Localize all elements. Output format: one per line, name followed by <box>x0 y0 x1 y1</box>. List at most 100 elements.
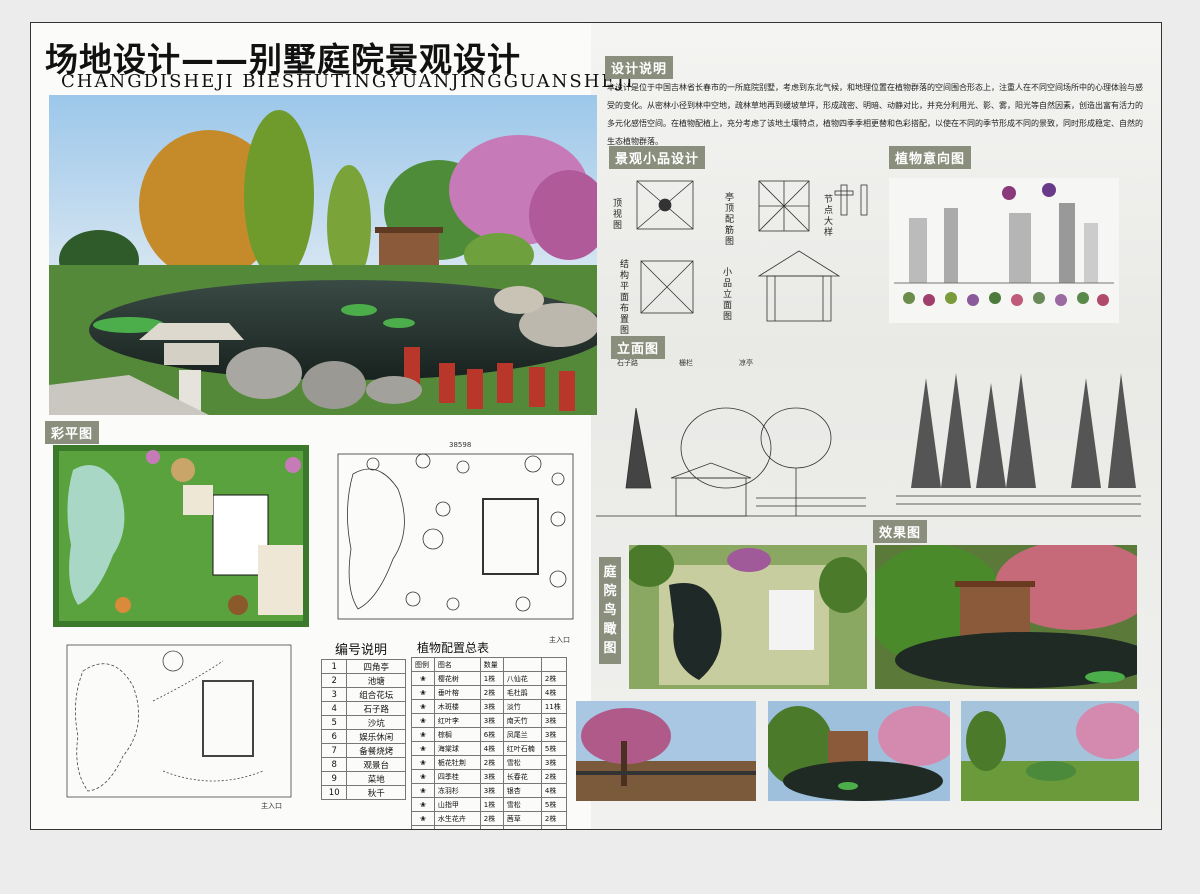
color-plan-image <box>53 445 309 627</box>
plant-name: 红叶石楠 <box>502 741 542 756</box>
entrance-label-outline-plan: 主入口 <box>261 802 282 810</box>
plant-name: 雪松 <box>502 797 542 812</box>
design-notes-text: 本设计是位于中国吉林省长春市的一所庭院别墅，考虑到东北气候，和地理位置在植物群落… <box>607 83 1143 146</box>
features-drawings <box>609 171 881 331</box>
plant-qty: 2株 <box>479 811 504 826</box>
hero-rendering <box>49 95 597 415</box>
numbering-name: 观景台 <box>346 757 406 772</box>
plant-qty: 4株 <box>540 825 568 829</box>
numbering-name: 组合花坛 <box>346 687 406 702</box>
line-plan-image <box>333 449 578 624</box>
plant-row: ❀豆瓣黄杨1株柳树4株 <box>411 825 568 829</box>
numbering-name: 菜地 <box>346 771 406 786</box>
plant-name: 木斑楼 <box>433 699 481 714</box>
plant-name: 长春花 <box>502 769 542 784</box>
numbering-row: 1 四角亭 <box>320 659 406 674</box>
plant-name: 柳树 <box>502 825 542 829</box>
plant-name: 雪松 <box>502 755 542 770</box>
plant-qty: 3株 <box>540 727 568 742</box>
plant-qty: 3株 <box>479 769 504 784</box>
plant-legend-icon: ❀ <box>411 755 435 770</box>
numbering-no: 7 <box>320 743 348 758</box>
plant-name: 垂叶榕 <box>433 685 481 700</box>
plant-qty: 3株 <box>479 699 504 714</box>
plant-name: 海棠球 <box>433 741 481 756</box>
numbering-heading: 编号说明 <box>335 643 388 658</box>
effect-render-pavilion <box>875 545 1137 689</box>
numbering-no: 10 <box>320 785 348 800</box>
plant-qty: 3株 <box>540 755 568 770</box>
poster-sheet: 场地设计——别墅庭院景观设计 CHANGDISHEJI BIESHUTINGYU… <box>30 22 1162 830</box>
elevation-drawing <box>596 368 1141 518</box>
plant-qty: 3株 <box>540 713 568 728</box>
plant-row: ❀ 海棠球 4株 红叶石楠 5株 <box>411 741 568 756</box>
plant-row: ❀ 栀花牡荆 2株 雪松 3株 <box>411 755 568 770</box>
plant-legend-icon: ❀ <box>411 811 435 826</box>
plant-legend-icon: ❀ <box>411 825 435 829</box>
plant-legend-icon: ❀ <box>411 769 435 784</box>
feature-label-top-view: 顶视图 <box>612 199 622 231</box>
numbering-name: 秋千 <box>346 785 406 800</box>
plant-row: ❀ 四季桂 3株 长春花 2株 <box>411 769 568 784</box>
plant-name: 栀花牡荆 <box>433 755 481 770</box>
feature-label-struct-plan: 结构平面布置图 <box>619 260 629 336</box>
effect-render-pond <box>768 701 950 801</box>
feature-label-feature-elevation: 小品立面图 <box>722 268 732 322</box>
numbering-row: 10 秋千 <box>320 785 406 800</box>
plant-name: 豆瓣黄杨 <box>433 825 481 829</box>
plant-qty: 1株 <box>479 825 504 829</box>
plant-table-header-qty: 数量 <box>479 657 504 672</box>
plant-legend-icon: ❀ <box>411 671 435 686</box>
effect-render-lawn <box>961 701 1139 801</box>
entrance-label-line-plan: 主入口 <box>549 636 570 644</box>
color-plan-label: 彩平图 <box>45 421 100 444</box>
numbering-no: 6 <box>320 729 348 744</box>
numbering-no: 1 <box>320 659 348 674</box>
plant-table: 图例 图名 数量 ❀ 樱花树 1株 八仙花 2株 ❀ 垂叶榕 2株 毛杜鹃 4株 ❀ 木斑楼 3株 淡竹 1… <box>411 657 568 829</box>
plant-name: 毛杜鹃 <box>502 685 542 700</box>
plant-name: 棕榈 <box>433 727 481 742</box>
plant-qty: 2株 <box>479 685 504 700</box>
numbering-no: 2 <box>320 673 348 688</box>
feature-label-node-detail: 节点大样 <box>823 195 833 238</box>
plant-legend-icon: ❀ <box>411 699 435 714</box>
design-notes-label: 设计说明 <box>605 56 674 79</box>
plant-qty: 1株 <box>479 797 504 812</box>
plant-qty: 5株 <box>540 741 568 756</box>
aerial-render <box>629 545 867 689</box>
plant-row: ❀ 垂叶榕 2株 毛杜鹃 4株 <box>411 685 568 700</box>
plant-qty: 2株 <box>540 811 568 826</box>
plant-table-heading: 植物配置总表 <box>417 641 490 655</box>
numbering-name: 石子路 <box>346 701 406 716</box>
plant-legend-icon: ❀ <box>411 727 435 742</box>
plant-name: 樱花树 <box>433 671 481 686</box>
plant-legend-icon: ❀ <box>411 685 435 700</box>
plant-table-header-qty-2 <box>540 657 568 672</box>
plant-name: 南天竹 <box>502 713 542 728</box>
plant-qty: 6株 <box>479 727 504 742</box>
plant-name: 山指甲 <box>433 797 481 812</box>
numbering-name: 池塘 <box>346 673 406 688</box>
numbering-name: 四角亭 <box>346 659 406 674</box>
outline-plan-image <box>63 641 295 801</box>
plant-row: ❀ 樱花树 1株 八仙花 2株 <box>411 671 568 686</box>
plant-qty: 1株 <box>479 671 504 686</box>
numbering-name: 备餐烧烤 <box>346 743 406 758</box>
plant-legend-icon: ❀ <box>411 741 435 756</box>
page-subtitle: CHANGDISHEJI BIESHUTINGYUANJINGGUANSHEJI <box>61 71 635 92</box>
plant-name: 茜草 <box>502 811 542 826</box>
plan-dimension: 38598 <box>449 441 472 449</box>
plant-name: 水生花卉 <box>433 811 481 826</box>
plant-table-header-name: 图名 <box>433 657 481 672</box>
plant-name: 八仙花 <box>502 671 542 686</box>
plant-qty: 3株 <box>479 713 504 728</box>
feature-label-roof-rebar: 亭顶配筋图 <box>724 193 734 247</box>
numbering-table: 1 四角亭 2 池塘 3 组合花坛 4 石子路 5 沙坑 6 娱乐休闲 7 备餐烧烤 8 观景台 9 菜地 10 秋千 <box>320 659 406 800</box>
plant-qty: 4株 <box>479 741 504 756</box>
plant-legend-icon: ❀ <box>411 783 435 798</box>
numbering-no: 3 <box>320 687 348 702</box>
plant-table-header-name-2 <box>502 657 542 672</box>
plant-qty: 3株 <box>479 783 504 798</box>
plant-qty: 2株 <box>540 671 568 686</box>
numbering-row: 7 备餐烧烤 <box>320 743 406 758</box>
